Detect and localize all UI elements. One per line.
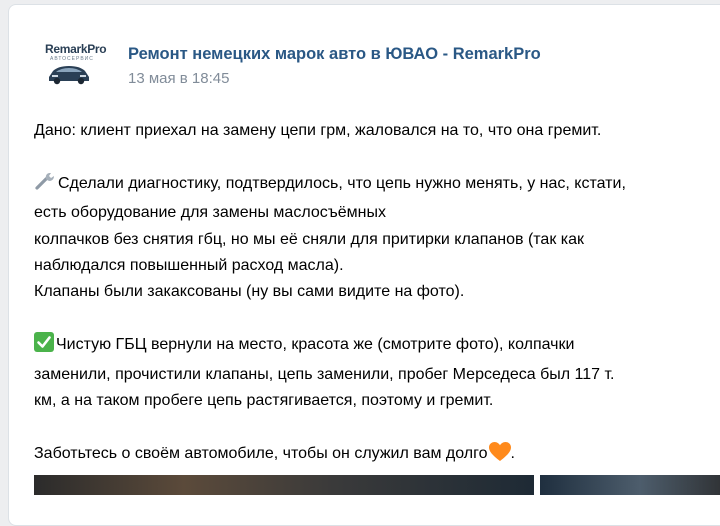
author-name-link[interactable]: Ремонт немецких марок авто в ЮВАО - Rema…	[128, 45, 541, 64]
post-line-text: Чистую ГБЦ вернули на место, красота же …	[56, 336, 575, 354]
post-photo[interactable]	[34, 475, 534, 495]
post-date[interactable]: 13 мая в 18:45	[128, 70, 229, 87]
post-line: есть оборудование для замены маслосъёмны…	[34, 204, 386, 222]
check-mark-icon	[34, 332, 54, 361]
post-line: Клапаны были закаксованы (ну вы сами вид…	[34, 283, 465, 301]
post-line-text: .	[510, 444, 515, 462]
post-line: км, а на таком пробеге цепь растягиваетс…	[34, 392, 494, 410]
post-line: Чистую ГБЦ вернули на место, красота же …	[34, 332, 720, 361]
heart-icon	[488, 441, 511, 471]
post-line-text: Сделали диагностику, подтвердилось, что …	[58, 174, 626, 192]
post-line: заменили, прочистили клапаны, цепь замен…	[34, 365, 615, 383]
post-card: RemarkPro АВТОСЕРВИС Ремонт немецких мар…	[8, 4, 720, 526]
car-logo-icon	[49, 66, 89, 85]
post-line: Дано: клиент приехал на замену цепи грм,…	[34, 122, 602, 139]
post-line: колпачков без снятия гбц, но мы её сняли…	[34, 230, 585, 248]
author-avatar[interactable]: RemarkPro АВТОСЕРВИС	[35, 31, 107, 97]
post-photo[interactable]	[540, 475, 720, 495]
wrench-icon	[34, 171, 56, 200]
logo-text: RemarkPro	[45, 42, 107, 56]
post-line: Заботьтесь о своём автомобиле, чтобы он …	[34, 441, 720, 471]
post-line: Сделали диагностику, подтвердилось, что …	[34, 171, 720, 200]
post-line-text: Заботьтесь о своём автомобиле, чтобы он …	[34, 444, 488, 462]
logo-subtext: АВТОСЕРВИС	[50, 56, 94, 62]
post-line: наблюдался повышенный расход масла).	[34, 257, 344, 275]
post-text: Дано: клиент приехал на замену цепи грм,…	[34, 118, 720, 471]
